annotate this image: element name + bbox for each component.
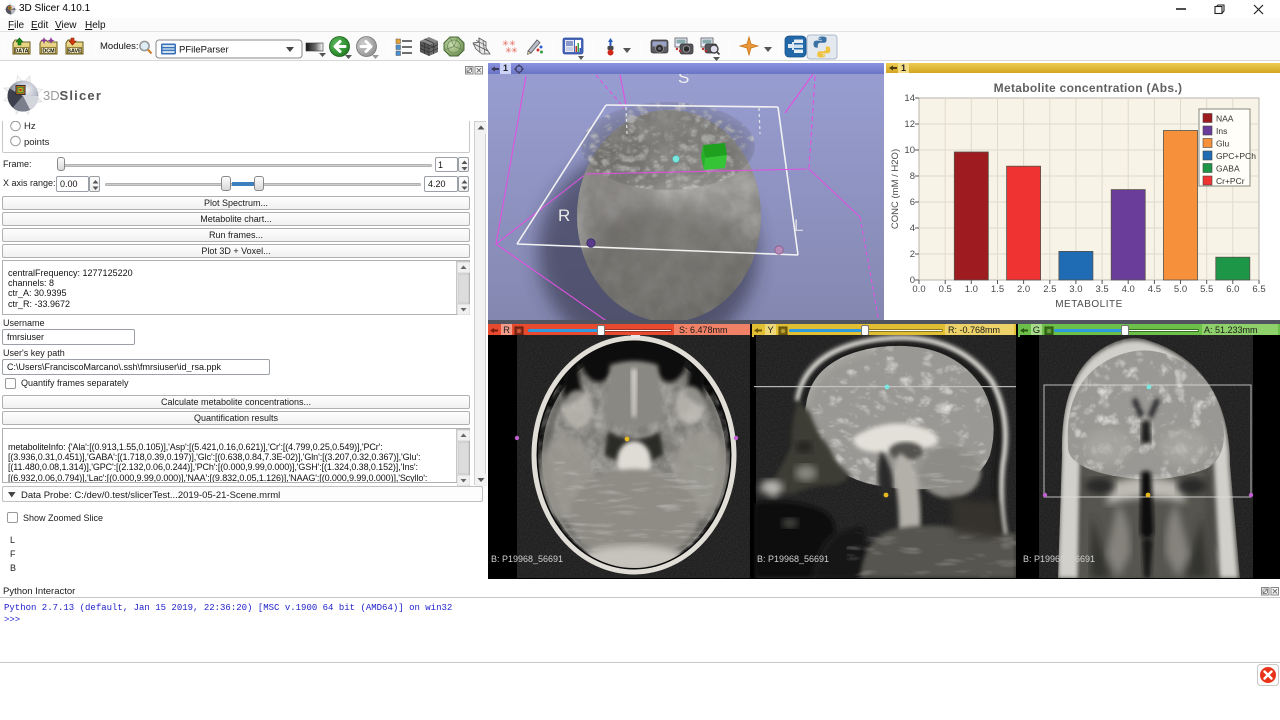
- svg-text:0.5: 0.5: [939, 284, 952, 295]
- svg-text:DCM: DCM: [42, 49, 55, 55]
- svg-text:SAVE: SAVE: [67, 49, 82, 55]
- svg-text:6.5: 6.5: [1252, 284, 1265, 295]
- svg-text:GABA: GABA: [1216, 164, 1240, 174]
- svg-text:5.0: 5.0: [1174, 284, 1187, 295]
- svg-text:2: 2: [910, 249, 915, 260]
- svg-text:10: 10: [904, 145, 915, 156]
- svg-text:PFileParser: PFileParser: [179, 45, 229, 56]
- svg-text:4.0: 4.0: [1122, 284, 1135, 295]
- svg-text:B: P19968_56691: B: P19968_56691: [1023, 554, 1095, 564]
- svg-text:14: 14: [904, 93, 915, 104]
- svg-text:0: 0: [910, 275, 915, 286]
- svg-text:3D: 3D: [43, 88, 60, 103]
- svg-text:6.0: 6.0: [1226, 284, 1239, 295]
- svg-text:✳: ✳: [511, 46, 518, 55]
- svg-text:6: 6: [910, 197, 915, 208]
- svg-text:points: points: [24, 137, 50, 148]
- svg-text:2.5: 2.5: [1043, 284, 1056, 295]
- svg-text:Slicer: Slicer: [60, 88, 103, 103]
- svg-text:METABOLITE: METABOLITE: [1055, 299, 1123, 310]
- svg-text:B: P19968_56691: B: P19968_56691: [757, 554, 829, 564]
- svg-text:5.5: 5.5: [1200, 284, 1213, 295]
- svg-text:NAA: NAA: [1216, 114, 1234, 124]
- svg-text:Hz: Hz: [24, 121, 36, 132]
- svg-text:8: 8: [910, 171, 915, 182]
- svg-text:R: R: [558, 206, 570, 225]
- svg-text:DATA: DATA: [14, 49, 28, 55]
- svg-text:Ins: Ins: [1216, 126, 1227, 136]
- svg-text:S: S: [678, 74, 689, 87]
- svg-text:B: P19968_56691: B: P19968_56691: [491, 554, 563, 564]
- svg-text:4: 4: [910, 223, 915, 234]
- svg-text:L: L: [794, 216, 803, 235]
- svg-text:Cr+PCr: Cr+PCr: [1216, 176, 1245, 186]
- svg-text:CONC (mM / H2O): CONC (mM / H2O): [890, 149, 901, 229]
- svg-text:3.5: 3.5: [1095, 284, 1108, 295]
- svg-text:Metabolite concentration (Abs.: Metabolite concentration (Abs.): [994, 81, 1183, 95]
- svg-text:3.0: 3.0: [1069, 284, 1082, 295]
- svg-text:12: 12: [904, 119, 915, 130]
- svg-text:GPC+PCh: GPC+PCh: [1216, 151, 1256, 161]
- svg-text:4.5: 4.5: [1148, 284, 1161, 295]
- svg-text:Glu: Glu: [1216, 139, 1230, 149]
- svg-text:1.5: 1.5: [991, 284, 1004, 295]
- svg-text:2.0: 2.0: [1017, 284, 1030, 295]
- svg-text:1.0: 1.0: [965, 284, 978, 295]
